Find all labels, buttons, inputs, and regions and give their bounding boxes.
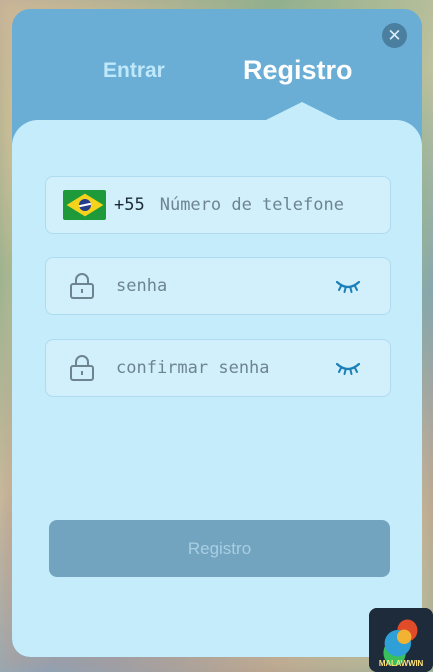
password-field: [45, 257, 391, 315]
tab-registro[interactable]: Registro: [243, 55, 353, 86]
lock-icon: [70, 355, 94, 381]
password-input[interactable]: [116, 276, 306, 296]
register-modal: ✕ Entrar Registro +55 Número de telefone…: [12, 9, 422, 657]
country-code[interactable]: +55: [114, 195, 145, 215]
register-button[interactable]: Registro: [49, 520, 390, 577]
lock-icon: [70, 273, 94, 299]
tab-entrar[interactable]: Entrar: [103, 59, 165, 83]
confirm-password-field: [45, 339, 391, 397]
phone-input[interactable]: [159, 195, 360, 215]
active-tab-indicator: [264, 102, 340, 121]
app-badge-brand: MALAWWIN: [378, 659, 424, 668]
register-form-panel: +55 Número de telefone Registro: [12, 102, 422, 657]
phone-field: +55: [45, 176, 391, 234]
eye-closed-icon[interactable]: [335, 360, 361, 376]
auth-tabs: Entrar Registro: [12, 9, 422, 129]
brazil-flag-icon[interactable]: [63, 190, 106, 220]
confirm-password-input[interactable]: [116, 358, 306, 378]
app-badge[interactable]: MALAWWIN: [369, 608, 433, 672]
eye-closed-icon[interactable]: [335, 278, 361, 294]
